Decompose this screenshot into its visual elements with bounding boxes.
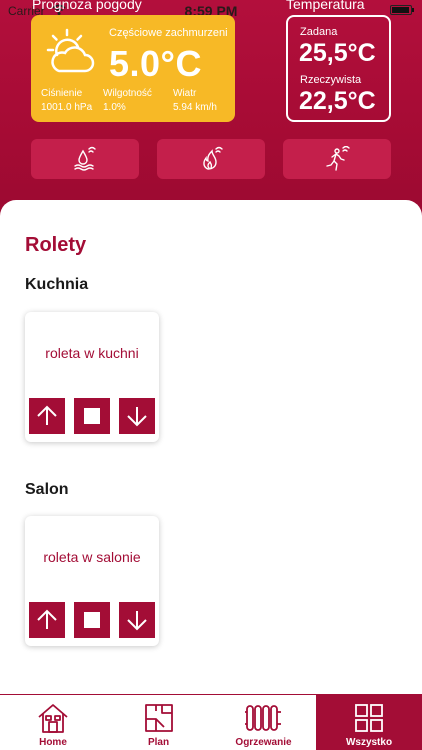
weather-description: Częściowe zachmurzeni	[109, 27, 228, 39]
partly-cloudy-icon	[46, 28, 95, 73]
wind-label: Wiatr	[173, 88, 197, 99]
app-screen: Carrier 8:59 PM Prognoza pogody Temperat…	[0, 0, 422, 750]
room-title-salon: Salon	[25, 481, 69, 498]
humidity-value: 1.0%	[103, 102, 126, 113]
tab-label: Wszystko	[345, 737, 393, 748]
home-icon	[38, 704, 68, 733]
tab-label: Home	[39, 737, 67, 748]
tab-label: Plan	[147, 737, 170, 748]
tab-ogrzewanie[interactable]: Ogrzewanie	[211, 695, 316, 750]
actual-temperature-label: Rzeczywista	[300, 74, 362, 86]
humidity-label: Wilgotność	[103, 88, 152, 99]
page-title: Rolety	[25, 234, 87, 256]
weather-card[interactable]: Częściowe zachmurzeni 5.0°C Ciśnienie 10…	[31, 15, 235, 122]
content-panel: Rolety Kuchnia roleta w kuchni Salon rol…	[0, 200, 422, 695]
pressure-stat: Ciśnienie 1001.0 hPa	[41, 87, 92, 115]
blind-name: roleta w kuchni	[45, 345, 139, 361]
wind-stat: Wiatr 5.94 km/h	[173, 87, 217, 115]
tab-home[interactable]: Home	[0, 695, 106, 750]
blind-down-button[interactable]	[119, 602, 155, 638]
stop-icon	[84, 408, 100, 424]
blind-stop-button[interactable]	[74, 602, 110, 638]
pressure-label: Ciśnienie	[41, 88, 83, 99]
arrow-up-icon	[37, 609, 57, 629]
tab-label: Ogrzewanie	[235, 737, 292, 748]
tab-wszystko[interactable]: Wszystko	[316, 695, 422, 750]
grid-icon	[355, 704, 383, 732]
pressure-value: 1001.0 hPa	[41, 102, 93, 113]
weather-section-label: Prognoza pogody	[32, 0, 142, 12]
water-heating-icon	[74, 146, 96, 171]
weather-temperature: 5.0°C	[109, 43, 202, 84]
tab-plan[interactable]: Plan	[106, 695, 211, 750]
blind-up-button[interactable]	[29, 602, 65, 638]
humidity-stat: Wilgotność 1.0%	[103, 87, 152, 115]
flame-icon	[203, 146, 223, 170]
water-heating-button[interactable]	[31, 139, 139, 179]
arrow-up-icon	[37, 405, 57, 425]
wind-value: 5.94 km/h	[173, 102, 217, 113]
blind-card: roleta w salonie	[25, 516, 159, 646]
radiator-icon	[244, 705, 281, 731]
floor-plan-icon	[144, 704, 173, 732]
set-temperature-value: 25,5°C	[299, 39, 376, 67]
motion-sensor-icon	[326, 146, 350, 171]
motion-sensor-button[interactable]	[283, 139, 391, 179]
flame-button[interactable]	[157, 139, 265, 179]
actual-temperature-value: 22,5°C	[299, 87, 376, 115]
arrow-down-icon	[127, 611, 147, 631]
arrow-down-icon	[127, 407, 147, 427]
blind-up-button[interactable]	[29, 398, 65, 434]
blind-down-button[interactable]	[119, 398, 155, 434]
room-title-kuchnia: Kuchnia	[25, 276, 89, 293]
tab-bar: Home Plan Ogrzewanie Wszystko	[0, 694, 422, 750]
stop-icon	[84, 612, 100, 628]
blind-card: roleta w kuchni	[25, 312, 159, 442]
set-temperature-label: Zadana	[300, 26, 338, 38]
blind-name: roleta w salonie	[43, 549, 141, 565]
blind-stop-button[interactable]	[74, 398, 110, 434]
temperature-section-label: Temperatura	[286, 0, 365, 12]
temperature-card[interactable]: Zadana 25,5°C Rzeczywista 22,5°C	[286, 15, 391, 122]
battery-icon	[390, 5, 414, 15]
